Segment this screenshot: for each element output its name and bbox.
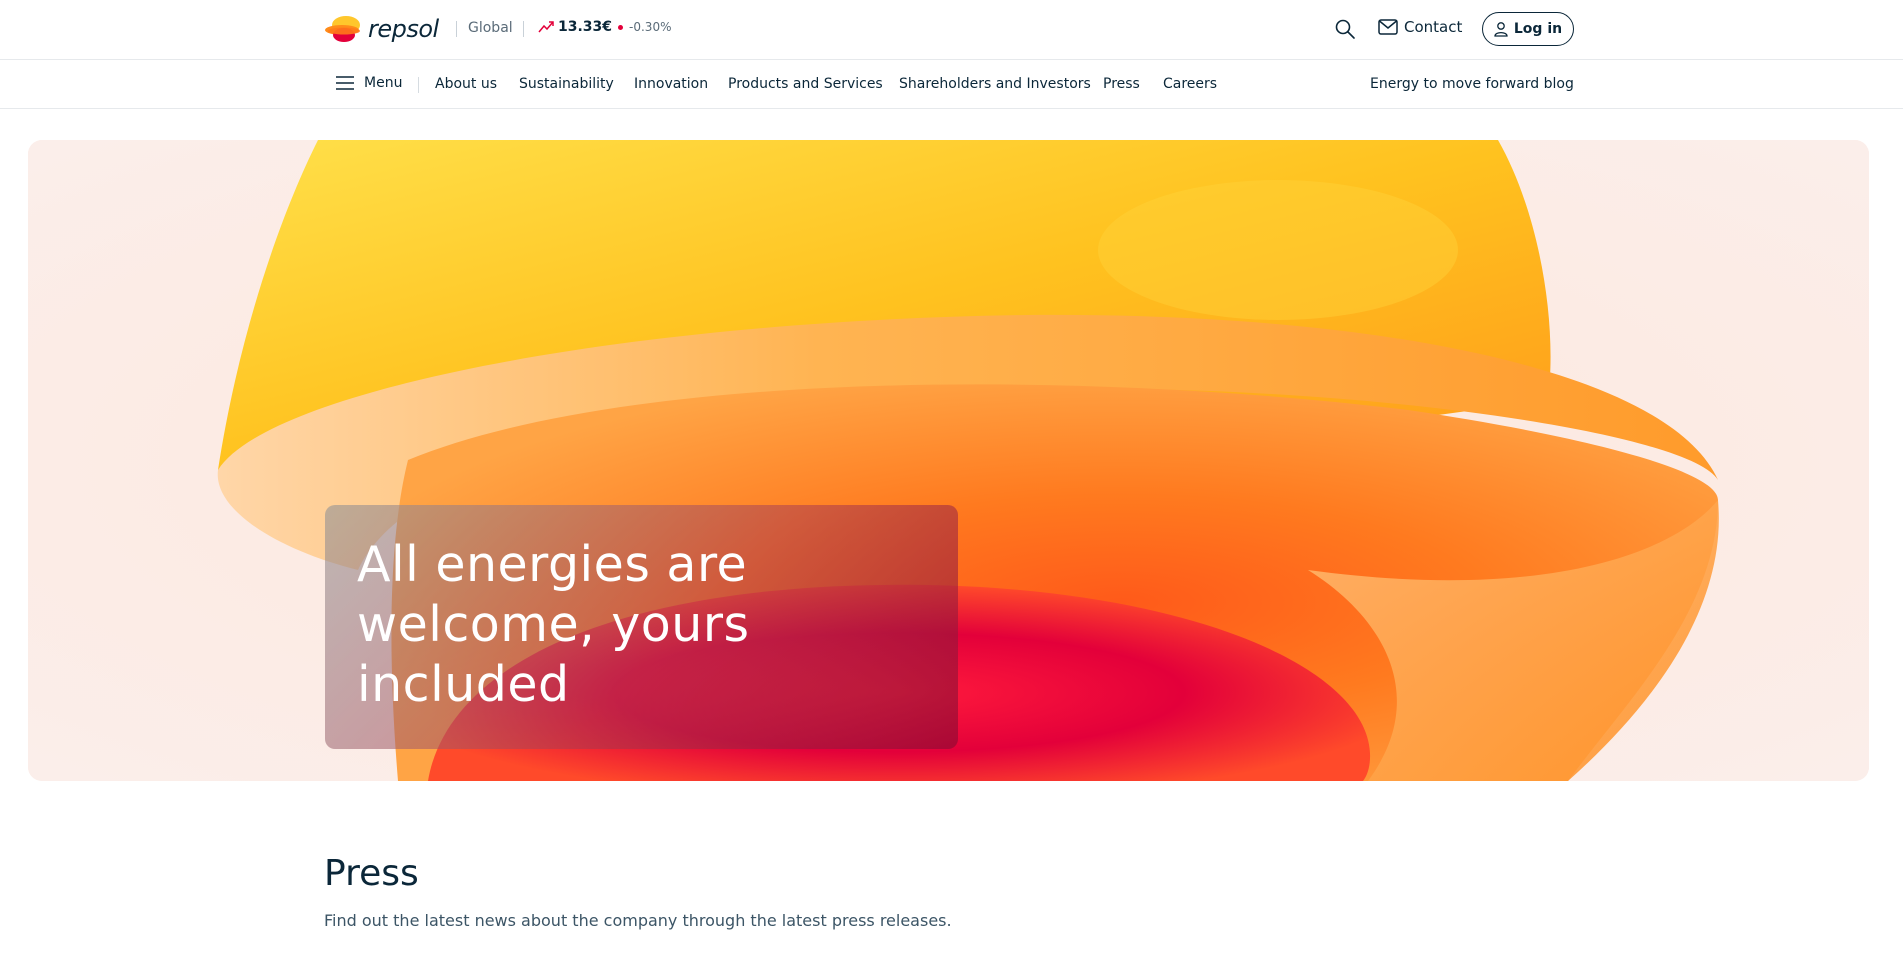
login-button[interactable]: Log in (1482, 12, 1574, 46)
nav-item-about-us[interactable]: About us (435, 76, 497, 92)
divider (523, 21, 524, 37)
main-nav: Menu About us Sustainability Innovation … (0, 61, 1903, 109)
hero-title: All energies are welcome, yours included (357, 536, 750, 713)
stock-status-dot (618, 24, 624, 30)
hero-card: All energies are welcome, yours included (325, 505, 958, 749)
divider (418, 77, 419, 93)
nav-item-press[interactable]: Press (1103, 76, 1140, 92)
nav-item-shareholders-investors[interactable]: Shareholders and Investors (899, 76, 1091, 92)
hero-banner: All energies are welcome, yours included (28, 140, 1869, 781)
mail-icon (1378, 19, 1398, 35)
top-bar: repsol Global 13.33€ -0.30% Contact Log … (0, 0, 1903, 60)
blog-link[interactable]: Energy to move forward blog (1370, 76, 1574, 92)
nav-item-sustainability[interactable]: Sustainability (519, 76, 614, 92)
login-label: Log in (1513, 21, 1563, 37)
contact-link[interactable]: Contact (1378, 18, 1462, 36)
trend-up-icon (538, 21, 554, 33)
brand-name: repsol (368, 15, 439, 43)
menu-label: Menu (364, 75, 403, 91)
user-icon (1494, 21, 1508, 37)
nav-item-innovation[interactable]: Innovation (634, 76, 708, 92)
menu-button[interactable]: Menu (336, 75, 402, 91)
press-description: Find out the latest news about the compa… (324, 911, 952, 930)
search-icon[interactable] (1334, 18, 1356, 40)
region-selector[interactable]: Global (468, 20, 513, 36)
repsol-logo-icon (325, 16, 360, 42)
contact-label: Contact (1404, 18, 1463, 36)
press-heading: Press (324, 853, 419, 894)
nav-item-products-services[interactable]: Products and Services (728, 76, 883, 92)
stock-ticker[interactable]: 13.33€ -0.30% (538, 19, 671, 35)
divider (456, 21, 457, 37)
stock-change: -0.30% (629, 20, 672, 34)
nav-item-careers[interactable]: Careers (1163, 76, 1217, 92)
stock-price: 13.33€ (558, 19, 613, 35)
repsol-logo[interactable]: repsol (324, 14, 439, 44)
hamburger-icon (336, 76, 354, 90)
